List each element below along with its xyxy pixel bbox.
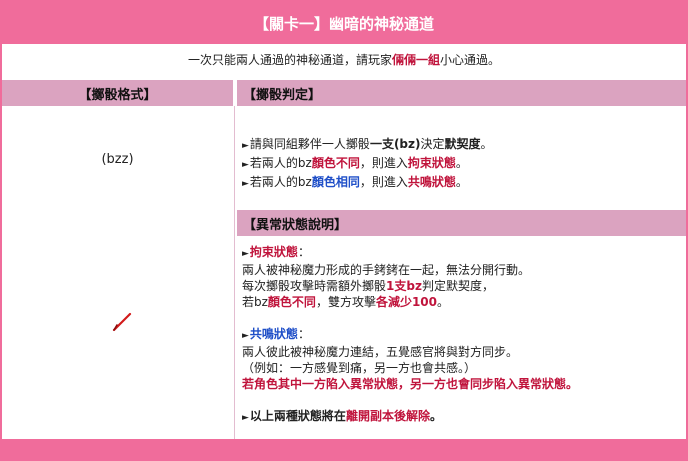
intro-highlight: 倆倆一組 — [391, 52, 440, 67]
rule-line-2: ►若兩人的bz顏色不同，則進入拘束狀態。 — [242, 156, 468, 170]
bullet-icon: ► — [242, 413, 249, 423]
judge-header: 【擲骰判定】 — [237, 80, 686, 106]
bind-state-block: ►拘束狀態： 兩人被神秘魔力形成的手銬銬在一起，無法分開行動。 每次擲骰攻擊時需… — [242, 245, 531, 309]
footer-bar — [2, 439, 686, 459]
column-divider — [234, 106, 235, 439]
bullet-icon: ► — [242, 179, 249, 189]
bullet-icon: ► — [242, 160, 249, 170]
resonance-state-block: ►共鳴狀態： 兩人彼此被神秘魔力連結，五覺感官將與對方同步。 （例如：一方感覺到… — [242, 327, 579, 391]
bullet-icon: ► — [242, 249, 249, 259]
bullet-icon: ► — [242, 331, 249, 341]
release-note: ►以上兩種狀態將在離開副本後解除。 — [242, 409, 442, 423]
event-panel: 【關卡一】幽暗的神秘通道 一次只能兩人通過的神秘通道，請玩家 倆倆一組 小心通過。 … — [0, 0, 688, 461]
resonance-state-name: 共鳴狀態 — [249, 327, 298, 341]
status-header: 【異常狀態說明】 — [237, 210, 686, 236]
bind-state-name: 拘束狀態 — [249, 245, 298, 259]
bullet-icon: ► — [242, 141, 249, 151]
status-description: ►拘束狀態： 兩人被神秘魔力形成的手銬銬在一起，無法分開行動。 每次擲骰攻擊時需… — [242, 244, 578, 426]
intro-text: 一次只能兩人通過的神秘通道，請玩家 倆倆一組 小心通過。 — [187, 52, 501, 67]
format-header: 【擲骰格式】 — [2, 80, 233, 106]
format-value: (bzz) — [101, 152, 134, 167]
rule-line-3: ►若兩人的bz顏色相同，則進入共鳴狀態。 — [242, 175, 468, 189]
page-title: 【關卡一】幽暗的神秘通道 — [2, 2, 686, 44]
rule-line-1: ►請與同組夥伴一人擲骰一支(bz)決定默契度。 — [242, 137, 493, 151]
pencil-icon — [110, 308, 134, 336]
judge-rules: ►請與同組夥伴一人擲骰一支(bz)決定默契度。 ►若兩人的bz顏色不同，則進入拘… — [242, 136, 493, 193]
